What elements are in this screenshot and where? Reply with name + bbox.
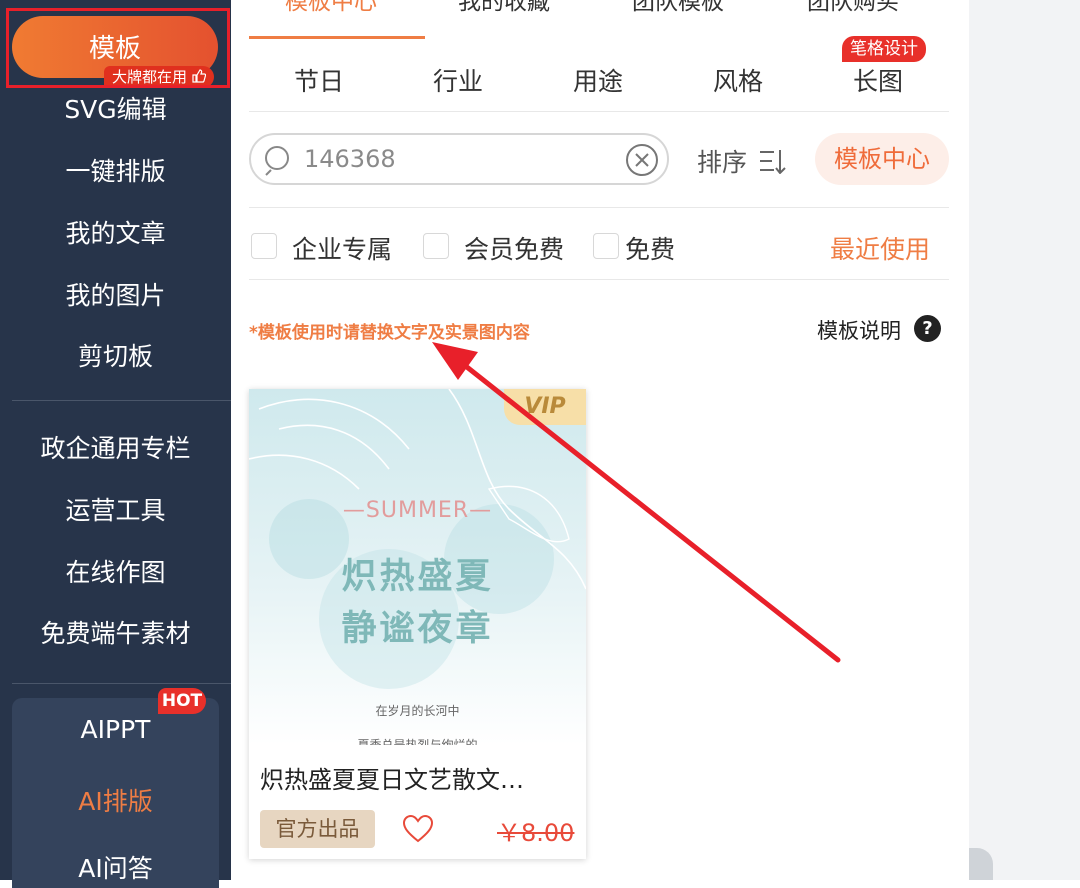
annotation-arrow [432,342,841,663]
